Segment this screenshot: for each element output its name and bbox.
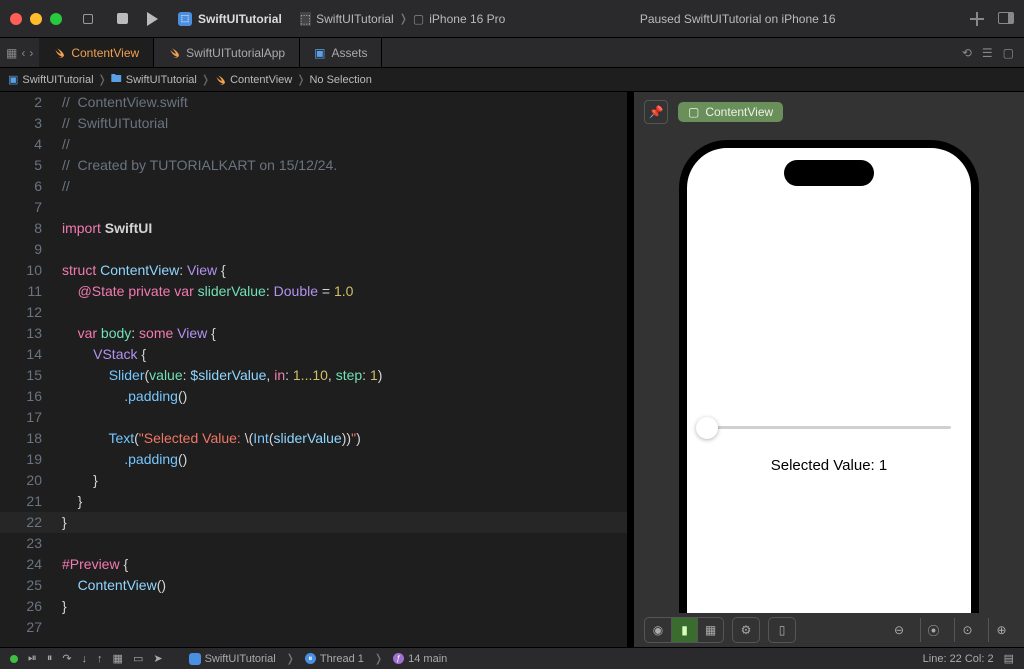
slider-thumb[interactable] <box>696 417 718 439</box>
folder-icon: 🖿 <box>111 70 122 89</box>
selectable-preview-button[interactable]: ▮ <box>671 618 697 642</box>
zoom-actual-button[interactable]: ⊙ <box>954 618 980 642</box>
swift-icon <box>53 47 65 59</box>
target-name: SwiftUITutorial <box>316 12 394 26</box>
jump-project: SwiftUITutorial <box>22 74 93 86</box>
minimize-window[interactable] <box>30 13 42 25</box>
debug-bar: ⏯ ⏸ ↷ ↓ ↑ ▦ ▭ ➤ SwiftUITutorial ❭ ⏸Threa… <box>0 647 1024 669</box>
activity-status: Paused SwiftUITutorial on iPhone 16 <box>523 12 952 26</box>
scheme-name: SwiftUITutorial <box>198 12 282 26</box>
run-destination[interactable]: ⬚ SwiftUITutorial ❭ ▢ iPhone 16 Pro <box>300 12 506 26</box>
cursor-position: Line: 22 Col: 2 <box>923 653 994 665</box>
minimap-toggle-icon[interactable]: ▤ <box>1004 652 1014 665</box>
debug-process[interactable]: SwiftUITutorial <box>189 653 276 665</box>
tab-label: Assets <box>331 46 367 60</box>
debug-continue-icon[interactable]: ⏯ <box>28 652 37 665</box>
zoom-in-button[interactable]: ⊕ <box>988 618 1014 642</box>
preview-chip[interactable]: ▢ ContentView <box>678 102 783 122</box>
titlebar: ⬚ SwiftUITutorial ⬚ SwiftUITutorial ❭ ▢ … <box>0 0 1024 38</box>
status-indicator <box>10 655 18 663</box>
chevron-right-icon: ❭ <box>399 12 408 25</box>
scheme-selector[interactable]: ⬚ SwiftUITutorial <box>178 12 282 26</box>
library-button[interactable] <box>970 12 984 26</box>
tabbar: ▦ ‹ › ContentView SwiftUITutorialApp ▣ A… <box>0 38 1024 68</box>
swift-icon <box>168 47 180 59</box>
main-split: 2345678910111213141516171819202122232425… <box>0 92 1024 647</box>
window-controls <box>10 13 62 25</box>
jump-selection: No Selection <box>309 74 371 86</box>
tab-app[interactable]: SwiftUITutorialApp <box>154 38 300 67</box>
zoom-out-button[interactable]: ⊖ <box>886 618 912 642</box>
preview-chip-label: ContentView <box>705 105 773 119</box>
project-icon: ▣ <box>8 73 18 86</box>
inspector-toggle-icon[interactable] <box>998 12 1014 24</box>
jump-folder: SwiftUITutorial <box>126 74 197 86</box>
debug-location-icon[interactable]: ➤ <box>153 652 162 665</box>
debug-step-out-icon[interactable]: ↑ <box>97 653 103 665</box>
swift-icon <box>214 74 226 86</box>
nav-back-icon[interactable]: ‹ <box>21 46 25 60</box>
target-icon: ⬚ <box>300 12 311 26</box>
device-frame: Selected Value: 1 <box>679 140 979 613</box>
line-gutter: 2345678910111213141516171819202122232425… <box>0 92 54 638</box>
stop-button[interactable] <box>114 11 130 27</box>
slider-control[interactable] <box>707 426 951 429</box>
editor-options-icon[interactable]: ▢ <box>1003 46 1014 60</box>
debug-step-in-icon[interactable]: ↓ <box>82 653 88 665</box>
debug-view-icon[interactable]: ▦ <box>113 652 123 665</box>
device-settings-button[interactable]: ⚙ <box>733 618 759 642</box>
close-window[interactable] <box>10 13 22 25</box>
debug-thread[interactable]: ⏸Thread 1 <box>305 653 364 665</box>
pin-preview-button[interactable]: 📌 <box>644 100 668 124</box>
canvas-toolbar: ◉ ▮ ▦ ⚙ ▯ ⊖ ⦿ ⊙ ⊕ <box>634 613 1024 647</box>
code-editor[interactable]: 2345678910111213141516171819202122232425… <box>0 92 627 647</box>
tab-label: ContentView <box>71 46 139 60</box>
zoom-fit-button[interactable]: ⦿ <box>920 618 946 642</box>
jumpbar[interactable]: ▣SwiftUITutorial ❭ 🖿SwiftUITutorial ❭ Co… <box>0 68 1024 92</box>
preview-canvas: 📌 ▢ ContentView Selected Value: 1 ◉ ▮ <box>634 92 1024 647</box>
split-divider[interactable] <box>627 92 634 647</box>
preview-icon: ▢ <box>688 105 699 119</box>
tab-contentview[interactable]: ContentView <box>39 38 154 67</box>
assets-icon: ▣ <box>314 46 325 60</box>
run-button[interactable] <box>144 11 160 27</box>
selected-value-text: Selected Value: 1 <box>771 457 887 474</box>
debug-pause-icon[interactable]: ⏸ <box>47 652 53 665</box>
debug-frame[interactable]: ƒ14 main <box>393 653 447 665</box>
live-preview-button[interactable]: ◉ <box>645 618 671 642</box>
code-content: // ContentView.swift // SwiftUITutorial … <box>62 92 627 617</box>
zoom-window[interactable] <box>50 13 62 25</box>
device-name: iPhone 16 Pro <box>429 12 505 26</box>
tab-assets[interactable]: ▣ Assets <box>300 38 382 67</box>
refresh-icon[interactable]: ⟲ <box>962 46 972 60</box>
tab-label: SwiftUITutorialApp <box>186 46 285 60</box>
variants-button[interactable]: ▦ <box>697 618 723 642</box>
orientation-button[interactable]: ▯ <box>769 618 795 642</box>
device-screen[interactable]: Selected Value: 1 <box>687 148 971 613</box>
adjust-editor-icon[interactable]: ☰ <box>982 46 993 60</box>
sidebar-toggle-icon[interactable] <box>80 11 96 27</box>
jump-file: ContentView <box>230 74 292 86</box>
debug-memory-icon[interactable]: ▭ <box>133 652 143 665</box>
debug-step-over-icon[interactable]: ↷ <box>62 652 71 665</box>
app-icon: ⬚ <box>178 12 192 26</box>
nav-forward-icon[interactable]: › <box>29 46 33 60</box>
related-items-icon[interactable]: ▦ <box>6 46 17 60</box>
